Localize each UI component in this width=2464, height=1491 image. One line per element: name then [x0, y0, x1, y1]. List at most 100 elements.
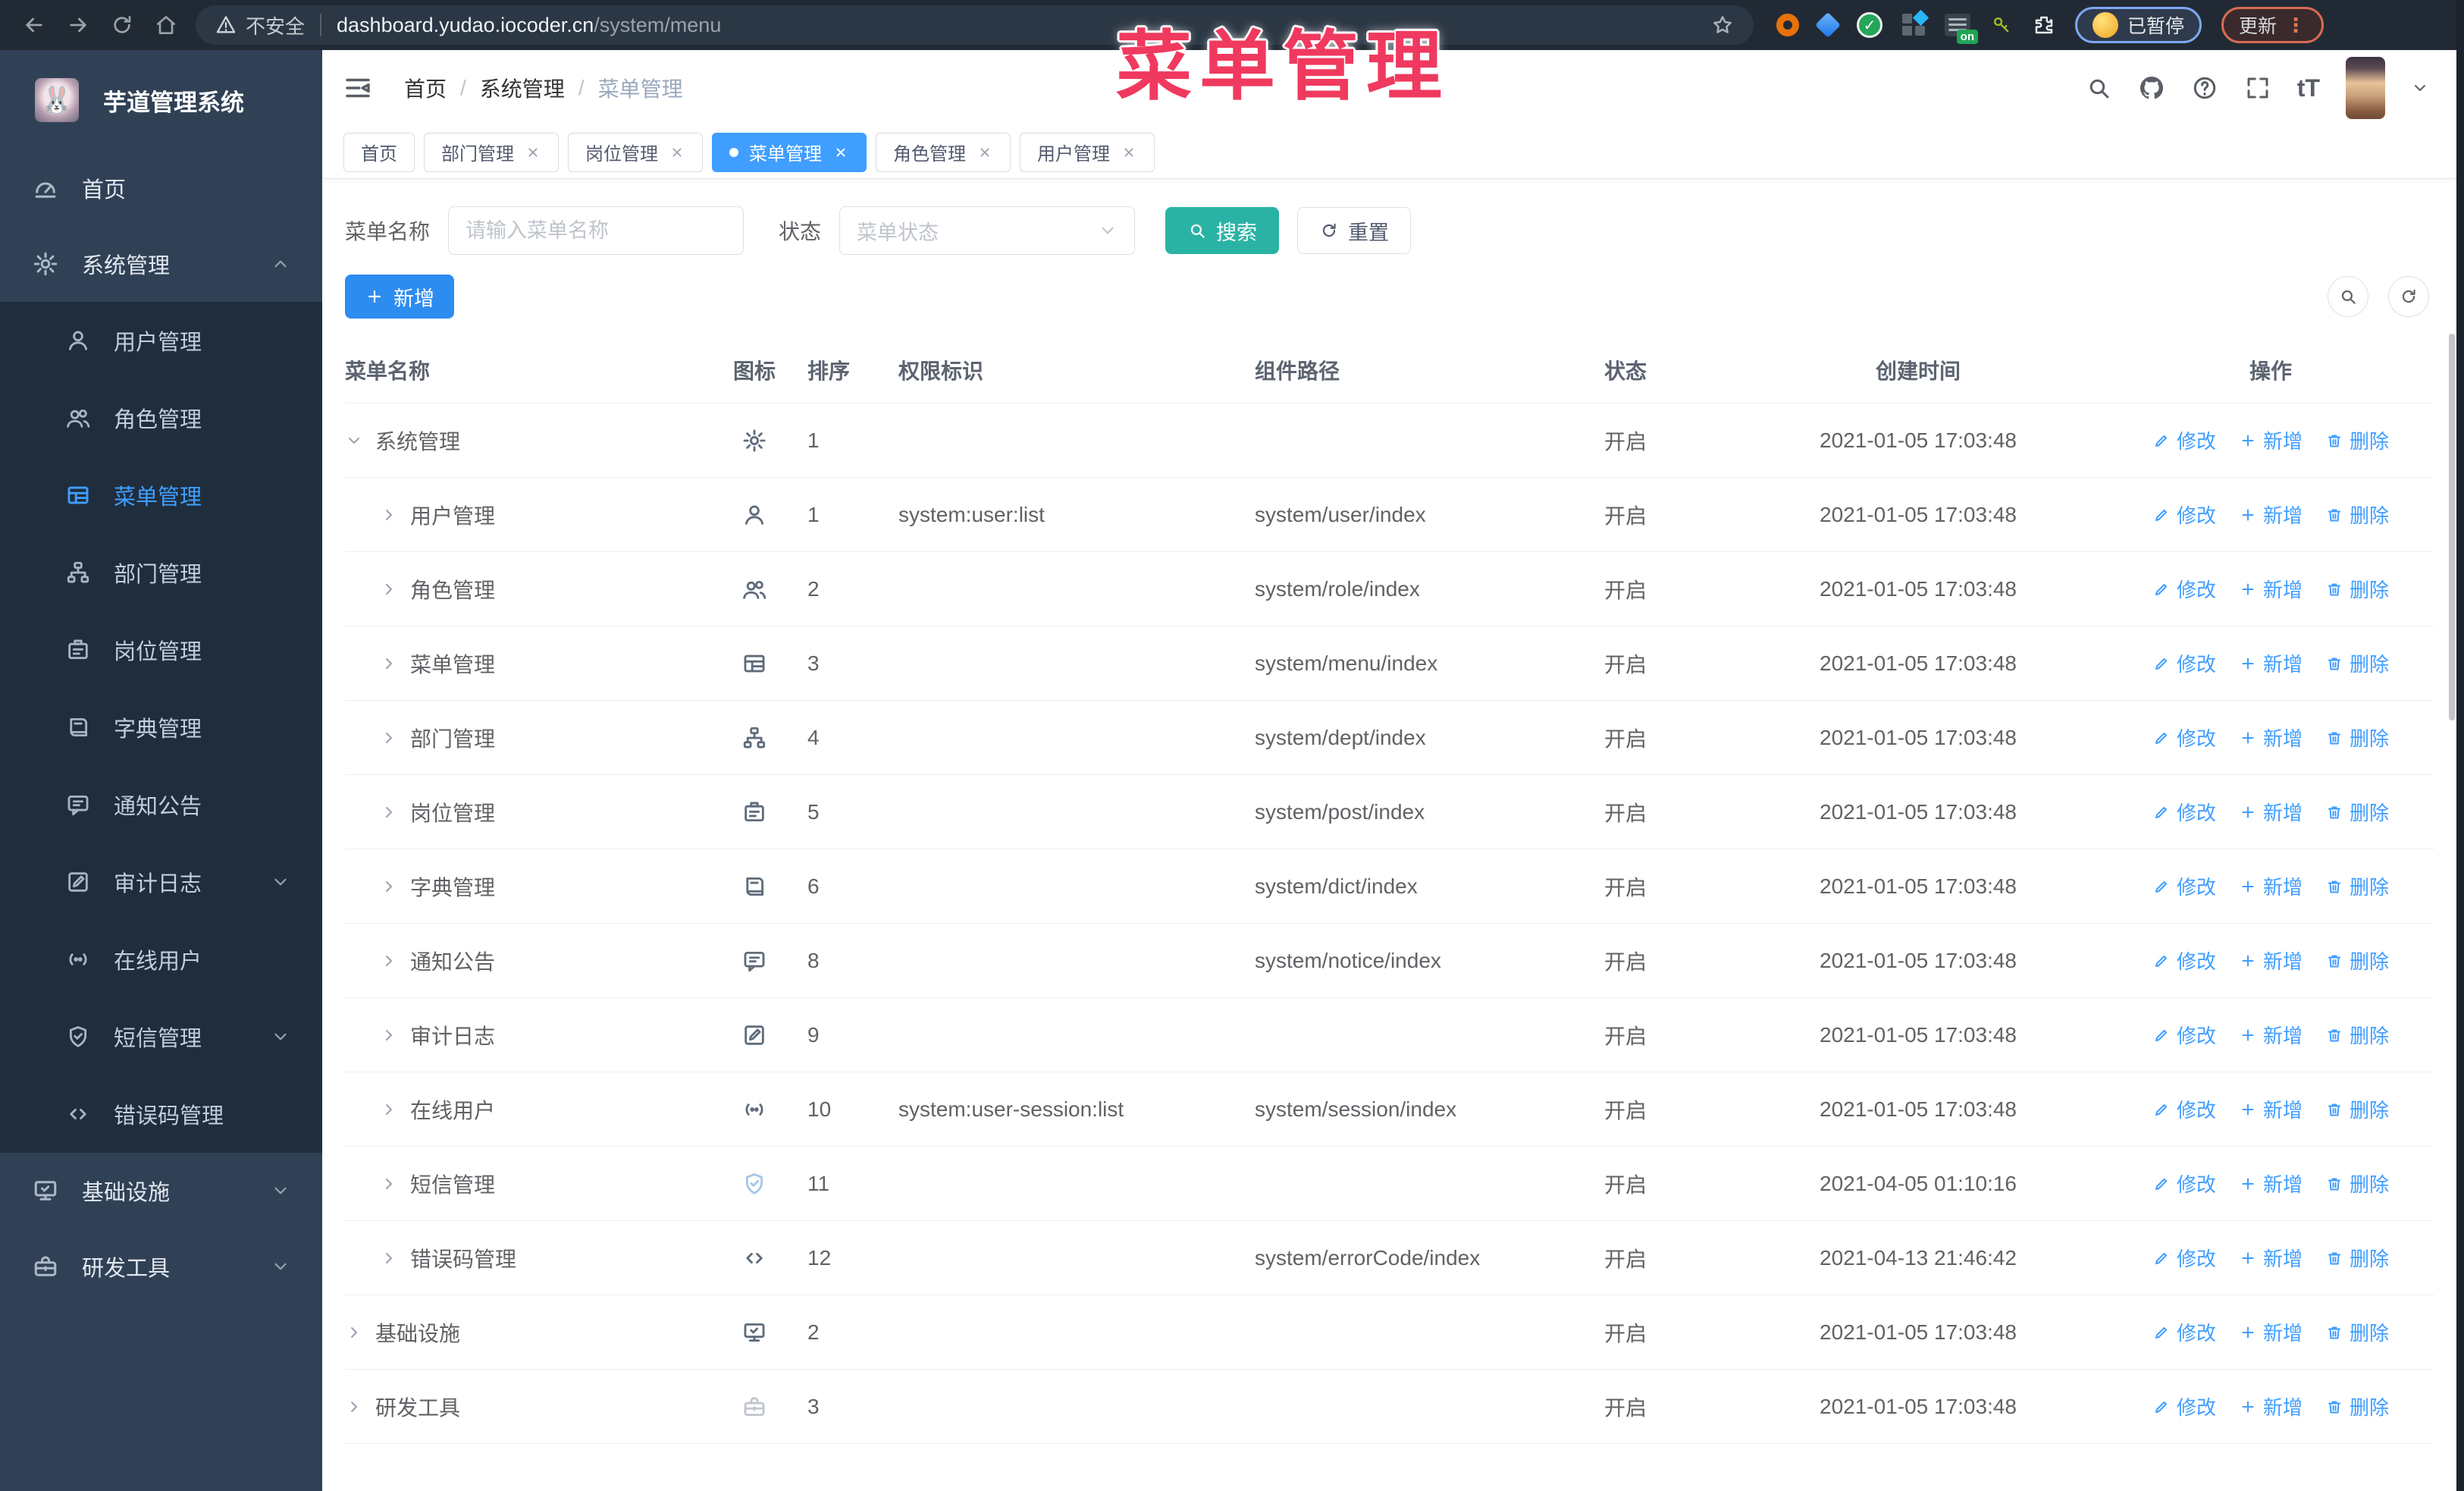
- reset-button[interactable]: 重置: [1297, 207, 1412, 254]
- tab-用户管理[interactable]: 用户管理: [1020, 132, 1155, 172]
- expand-caret-icon[interactable]: [380, 654, 398, 673]
- search-icon[interactable]: [2085, 74, 2112, 102]
- tab-角色管理[interactable]: 角色管理: [876, 132, 1011, 172]
- extension-orange-icon[interactable]: [1776, 14, 1799, 36]
- browser-forward-button[interactable]: [56, 6, 100, 44]
- sidebar-subitem-badge[interactable]: 岗位管理: [0, 611, 322, 689]
- row-action-pen[interactable]: 修改: [2152, 1021, 2216, 1049]
- expand-caret-icon[interactable]: [345, 432, 363, 450]
- close-tab-icon[interactable]: [525, 144, 541, 161]
- status-select[interactable]: 菜单状态: [839, 206, 1136, 255]
- row-action-trash[interactable]: 删除: [2325, 798, 2389, 826]
- sidebar-subitem-tree[interactable]: 部门管理: [0, 534, 322, 611]
- avatar[interactable]: [2346, 57, 2385, 119]
- row-action-pen[interactable]: 修改: [2152, 575, 2216, 603]
- kebab-menu-icon[interactable]: ⋮: [2286, 14, 2306, 37]
- sidebar-item-dashboard[interactable]: 首页: [0, 150, 322, 226]
- browser-update-button[interactable]: 更新 ⋮: [2221, 7, 2324, 43]
- row-action-plus[interactable]: 新增: [2239, 1244, 2303, 1272]
- close-tab-icon[interactable]: [1121, 144, 1137, 161]
- sidebar-item-toolbox[interactable]: 研发工具: [0, 1229, 322, 1304]
- row-action-pen[interactable]: 修改: [2152, 1392, 2216, 1420]
- row-action-plus[interactable]: 新增: [2239, 798, 2303, 826]
- extensions-puzzle-icon[interactable]: [2033, 14, 2055, 36]
- expand-caret-icon[interactable]: [380, 877, 398, 896]
- sidebar-subitem-code[interactable]: 错误码管理: [0, 1075, 322, 1153]
- breadcrumb-system[interactable]: 系统管理: [480, 73, 565, 103]
- expand-caret-icon[interactable]: [380, 1175, 398, 1193]
- row-action-trash[interactable]: 删除: [2325, 1095, 2389, 1123]
- sidebar-subitem-user[interactable]: 用户管理: [0, 302, 322, 379]
- extension-diamond-icon[interactable]: [1815, 12, 1841, 38]
- row-action-pen[interactable]: 修改: [2152, 426, 2216, 454]
- sidebar-subitem-log[interactable]: 审计日志: [0, 843, 322, 921]
- row-action-pen[interactable]: 修改: [2152, 1169, 2216, 1198]
- sidebar-subitem-message[interactable]: 通知公告: [0, 766, 322, 843]
- sidebar-collapse-icon[interactable]: [342, 72, 374, 104]
- sidebar-item-monitor[interactable]: 基础设施: [0, 1153, 322, 1229]
- row-action-trash[interactable]: 删除: [2325, 501, 2389, 529]
- row-action-plus[interactable]: 新增: [2239, 501, 2303, 529]
- avatar-dropdown-caret-icon[interactable]: [2411, 79, 2429, 97]
- github-icon[interactable]: [2138, 74, 2165, 102]
- expand-caret-icon[interactable]: [380, 1100, 398, 1119]
- row-action-trash[interactable]: 删除: [2325, 1318, 2389, 1346]
- tab-部门管理[interactable]: 部门管理: [424, 132, 559, 172]
- app-logo-row[interactable]: 🐰 芋道管理系统: [0, 50, 322, 150]
- expand-caret-icon[interactable]: [345, 1398, 363, 1416]
- extension-green-check-icon[interactable]: ✓: [1857, 12, 1882, 38]
- row-action-plus[interactable]: 新增: [2239, 426, 2303, 454]
- row-action-trash[interactable]: 删除: [2325, 1392, 2389, 1420]
- help-icon[interactable]: [2191, 74, 2218, 102]
- extension-key-icon[interactable]: [1990, 14, 2013, 36]
- row-action-pen[interactable]: 修改: [2152, 798, 2216, 826]
- profile-paused-badge[interactable]: 已暂停: [2075, 7, 2202, 43]
- row-action-plus[interactable]: 新增: [2239, 1021, 2303, 1049]
- refresh-table-button[interactable]: [2388, 276, 2429, 317]
- row-action-plus[interactable]: 新增: [2239, 575, 2303, 603]
- address-bar[interactable]: 不安全 dashboard.yudao.iocoder.cn /system/m…: [196, 5, 1754, 45]
- add-button[interactable]: 新增: [345, 275, 454, 319]
- sidebar-item-gear[interactable]: 系统管理: [0, 226, 322, 302]
- row-action-pen[interactable]: 修改: [2152, 946, 2216, 975]
- menu-name-input[interactable]: [448, 206, 745, 255]
- row-action-trash[interactable]: 删除: [2325, 1244, 2389, 1272]
- close-tab-icon[interactable]: [832, 144, 849, 161]
- browser-back-button[interactable]: [12, 6, 56, 44]
- expand-caret-icon[interactable]: [380, 1026, 398, 1044]
- extension-squares-icon[interactable]: [1902, 9, 1930, 36]
- expand-caret-icon[interactable]: [380, 729, 398, 747]
- extension-list-icon[interactable]: on: [1945, 14, 1978, 44]
- row-action-trash[interactable]: 删除: [2325, 575, 2389, 603]
- sidebar-subitem-dict[interactable]: 字典管理: [0, 689, 322, 766]
- row-action-pen[interactable]: 修改: [2152, 649, 2216, 677]
- tab-菜单管理[interactable]: 菜单管理: [712, 132, 867, 172]
- expand-caret-icon[interactable]: [380, 1249, 398, 1267]
- breadcrumb-home[interactable]: 首页: [404, 73, 447, 103]
- row-action-trash[interactable]: 删除: [2325, 649, 2389, 677]
- row-action-trash[interactable]: 删除: [2325, 1021, 2389, 1049]
- bookmark-star-icon[interactable]: [1711, 14, 1734, 36]
- row-action-plus[interactable]: 新增: [2239, 946, 2303, 975]
- row-action-trash[interactable]: 删除: [2325, 1169, 2389, 1198]
- sidebar-subitem-menu[interactable]: 菜单管理: [0, 457, 322, 534]
- font-size-icon[interactable]: tT: [2297, 74, 2320, 102]
- row-action-pen[interactable]: 修改: [2152, 872, 2216, 900]
- row-action-plus[interactable]: 新增: [2239, 1318, 2303, 1346]
- tab-岗位管理[interactable]: 岗位管理: [568, 132, 703, 172]
- row-action-plus[interactable]: 新增: [2239, 1392, 2303, 1420]
- row-action-trash[interactable]: 删除: [2325, 872, 2389, 900]
- fullscreen-icon[interactable]: [2244, 74, 2271, 102]
- row-action-pen[interactable]: 修改: [2152, 501, 2216, 529]
- row-action-trash[interactable]: 删除: [2325, 724, 2389, 752]
- expand-caret-icon[interactable]: [380, 952, 398, 970]
- close-tab-icon[interactable]: [977, 144, 993, 161]
- sidebar-subitem-online[interactable]: 在线用户: [0, 921, 322, 998]
- row-action-plus[interactable]: 新增: [2239, 649, 2303, 677]
- sidebar-subitem-users[interactable]: 角色管理: [0, 379, 322, 457]
- search-button[interactable]: 搜索: [1165, 207, 1280, 254]
- expand-caret-icon[interactable]: [345, 1323, 363, 1342]
- scrollbar-thumb[interactable]: [2449, 334, 2455, 720]
- close-tab-icon[interactable]: [669, 144, 685, 161]
- row-action-plus[interactable]: 新增: [2239, 1095, 2303, 1123]
